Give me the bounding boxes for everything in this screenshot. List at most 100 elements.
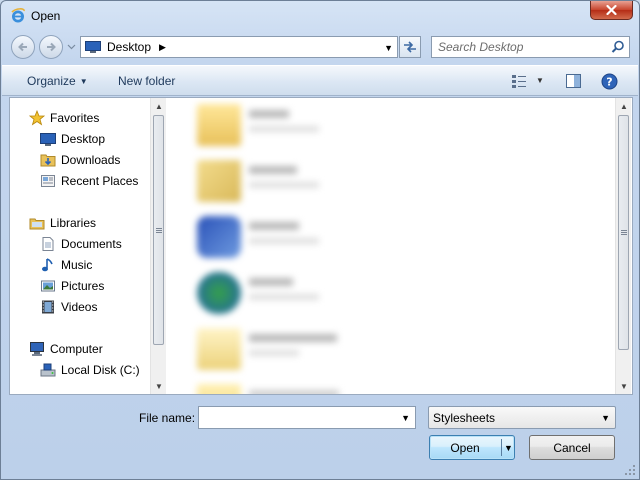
file-list-scrollbar[interactable]: ▲ ▼: [615, 98, 631, 394]
address-dropdown-icon[interactable]: ▼: [384, 43, 393, 53]
refresh-button[interactable]: [399, 36, 421, 58]
scroll-up-arrow-icon[interactable]: ▲: [151, 98, 167, 114]
file-name-blur: [249, 110, 289, 118]
back-arrow-icon: [18, 42, 27, 52]
folder-thumbnail-icon: [197, 328, 241, 370]
folder-thumbnail-icon: [197, 160, 241, 202]
new-folder-button[interactable]: New folder: [118, 74, 175, 88]
change-view-icon[interactable]: [511, 73, 527, 89]
view-options-chevron-down-icon[interactable]: ▼: [536, 76, 544, 85]
nav-favorites[interactable]: Favorites: [29, 108, 99, 127]
file-name-blur: [249, 390, 339, 394]
videos-icon: [42, 300, 54, 313]
file-type-blur: [249, 238, 319, 244]
nav-computer[interactable]: Computer: [29, 339, 103, 358]
svg-text:?: ?: [606, 76, 612, 89]
favorites-star-icon: [29, 109, 45, 125]
command-toolbar: Organize ▼ New folder ▼ ?: [2, 65, 638, 96]
desktop-icon: [40, 132, 56, 146]
folder-thumbnail-icon: [197, 104, 241, 146]
file-name-input[interactable]: [202, 410, 392, 425]
file-item[interactable]: [193, 380, 513, 394]
file-item[interactable]: [193, 156, 513, 204]
scroll-up-arrow-icon[interactable]: ▲: [616, 98, 632, 114]
file-item[interactable]: [193, 212, 513, 260]
file-name-blur: [249, 278, 293, 286]
nav-item-pictures[interactable]: Pictures: [40, 276, 104, 295]
libraries-icon: [29, 218, 45, 229]
nav-item-downloads[interactable]: Downloads: [40, 150, 120, 169]
back-button[interactable]: [11, 35, 35, 59]
blurred-file-list: [175, 98, 615, 394]
nav-computer-label: Computer: [50, 341, 103, 356]
file-item[interactable]: [193, 324, 513, 372]
open-dialog: Open Desktop ▶ ▼ Orga: [0, 0, 640, 480]
preview-pane-icon[interactable]: [565, 73, 582, 89]
file-name-label: File name:: [139, 411, 196, 425]
recent-places-icon: [41, 174, 55, 187]
nav-item-label: Pictures: [61, 278, 105, 293]
pictures-icon: [41, 280, 55, 291]
file-list-pane[interactable]: ▲ ▼: [175, 98, 632, 394]
navigation-pane[interactable]: Favorites Desktop Downloads Recent Place…: [10, 98, 174, 394]
nav-libraries[interactable]: Libraries: [29, 213, 96, 232]
search-icon[interactable]: [611, 40, 625, 54]
open-options-chevron-down-icon[interactable]: ▼: [504, 443, 513, 453]
browser-panes: Favorites Desktop Downloads Recent Place…: [9, 97, 633, 395]
refresh-icon: [404, 41, 416, 53]
file-name-combobox[interactable]: ▼: [198, 406, 416, 429]
file-item[interactable]: [193, 100, 513, 148]
nav-item-label: Recent Places: [61, 173, 139, 188]
grip-icon: [620, 230, 627, 235]
nav-item-label: Documents: [61, 236, 122, 251]
file-type-dropdown-icon: ▼: [601, 413, 610, 423]
music-icon: [42, 257, 53, 271]
scroll-thumb[interactable]: [153, 115, 164, 345]
nav-item-local-disk[interactable]: Local Disk (C:): [40, 360, 140, 379]
nav-item-desktop[interactable]: Desktop: [40, 129, 105, 148]
folder-thumbnail-icon: [197, 384, 241, 394]
chevron-down-icon: ▼: [79, 77, 88, 86]
close-icon: [606, 5, 617, 15]
computer-icon: [30, 341, 44, 356]
desktop-icon: [85, 41, 101, 53]
resize-grip-icon[interactable]: [624, 464, 636, 476]
nav-favorites-label: Favorites: [50, 110, 100, 125]
downloads-folder-icon: [40, 154, 56, 166]
scroll-thumb[interactable]: [618, 115, 629, 350]
documents-icon: [42, 236, 54, 251]
internet-explorer-icon: [11, 8, 25, 23]
file-name-blur: [249, 166, 297, 174]
cancel-button[interactable]: Cancel: [529, 435, 615, 460]
nav-item-label: Local Disk (C:): [61, 362, 140, 377]
breadcrumb-desktop[interactable]: Desktop: [107, 40, 151, 54]
help-icon[interactable]: ?: [601, 73, 618, 90]
organize-menu-button[interactable]: Organize ▼: [27, 74, 88, 88]
forward-button[interactable]: [39, 35, 63, 59]
file-item[interactable]: [193, 268, 513, 316]
nav-item-label: Desktop: [61, 131, 106, 146]
search-input[interactable]: [438, 40, 606, 54]
open-button[interactable]: Open ▼: [429, 435, 515, 460]
scroll-down-arrow-icon[interactable]: ▼: [151, 378, 167, 394]
file-name-blur: [249, 334, 337, 342]
nav-item-label: Downloads: [61, 152, 121, 167]
scroll-down-arrow-icon[interactable]: ▼: [616, 378, 632, 394]
nav-item-documents[interactable]: Documents: [40, 234, 122, 253]
address-bar[interactable]: Desktop ▶ ▼: [80, 36, 398, 58]
nav-item-videos[interactable]: Videos: [40, 297, 97, 316]
navigation-scrollbar[interactable]: ▲ ▼: [150, 98, 166, 394]
file-type-select[interactable]: Stylesheets ▼: [428, 406, 616, 429]
file-type-blur: [249, 182, 319, 188]
title-bar[interactable]: Open: [1, 1, 639, 29]
open-button-label: Open: [450, 441, 480, 455]
nav-item-music[interactable]: Music: [40, 255, 92, 274]
recent-pages-chevron-down-icon[interactable]: [67, 42, 76, 51]
breadcrumb-arrow-icon[interactable]: ▶: [159, 42, 166, 53]
nav-item-recent-places[interactable]: Recent Places: [40, 171, 138, 190]
search-box[interactable]: [431, 36, 630, 58]
file-name-dropdown-icon[interactable]: ▼: [401, 413, 410, 423]
nav-item-label: Music: [61, 257, 93, 272]
close-button[interactable]: [590, 1, 633, 20]
local-disk-icon: [40, 363, 56, 376]
